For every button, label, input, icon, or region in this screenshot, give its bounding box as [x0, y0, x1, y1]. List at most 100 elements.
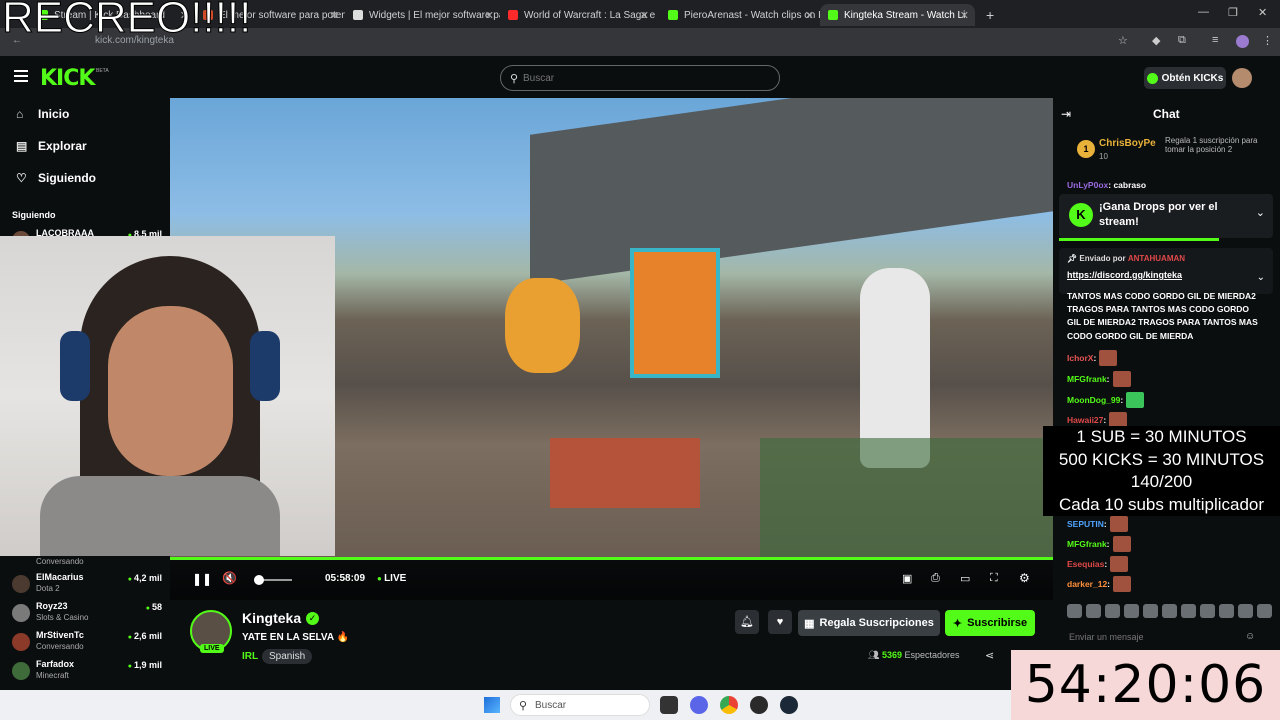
gift-description[interactable]: Regala 1 suscripción para tomar la posic… [1165, 136, 1275, 155]
obs-icon[interactable] [750, 696, 768, 714]
collapse-chat-icon[interactable]: ⇥ [1061, 107, 1071, 121]
chat-input[interactable] [1065, 626, 1265, 648]
home-icon: ⌂ [16, 107, 24, 121]
close-tab-icon[interactable]: ✕ [640, 9, 649, 22]
category-link[interactable]: IRL [242, 651, 258, 662]
new-tab-button[interactable]: + [978, 4, 998, 26]
subscribe-button[interactable]: ✦ Suscribirse [945, 610, 1035, 636]
following-item[interactable]: ElMacarius Dota 2 4,2 mil [12, 572, 162, 596]
minimize-icon[interactable]: — [1198, 6, 1209, 18]
close-tab-icon[interactable]: ✕ [485, 9, 494, 22]
top-gifter-name[interactable]: ChrisBoyPe [1099, 138, 1156, 149]
following-item[interactable]: Royz23 Slots & Casino 58 [12, 601, 162, 625]
get-kicks-button[interactable]: Obtén KICKs [1144, 67, 1226, 89]
following-item[interactable]: Farfadox Minecraft 1,9 mil [12, 659, 162, 683]
emote-button[interactable] [1162, 604, 1177, 618]
chat-message: Esequias: [1067, 556, 1129, 572]
taskbar-search[interactable]: ⚲ Buscar [510, 694, 650, 716]
heart-icon: ♡ [16, 171, 27, 185]
streamer-face [108, 306, 233, 476]
emote-button[interactable] [1238, 604, 1253, 618]
chat-title: Chat [1153, 107, 1180, 121]
follow-heart-icon[interactable]: ♥ [768, 610, 792, 634]
chat-message: UnLyP0ox: cabraso [1067, 180, 1147, 190]
emote-button[interactable] [1086, 604, 1101, 618]
browser-tab-active[interactable]: Kingteka Stream - Watch Li ✕ [820, 4, 975, 26]
close-tab-icon[interactable]: ✕ [805, 9, 814, 22]
pin-icon: 📌︎ [1067, 254, 1078, 263]
chrome-icon[interactable] [720, 696, 738, 714]
quick-emote-bar [1067, 604, 1272, 620]
streamer-shirt [40, 476, 280, 556]
share-icon[interactable]: ⋖ [985, 649, 994, 662]
favicon-icon [353, 10, 363, 20]
close-tab-icon[interactable]: ✕ [330, 9, 339, 22]
search-input[interactable] [523, 70, 763, 86]
following-item[interactable]: MrStivenTc Conversando 2,6 mil [12, 630, 162, 654]
nav-siguiendo[interactable]: ♡ Siguiendo [16, 171, 96, 185]
emoji-picker-icon[interactable]: ☺ [1245, 631, 1255, 642]
live-badge: LIVE [200, 644, 224, 653]
recreo-overlay-text: RECREO!!!!! [1, 0, 252, 42]
close-tab-icon[interactable]: ✕ [960, 9, 969, 22]
emote [1109, 516, 1128, 532]
chevron-down-icon[interactable]: ⌄ [1257, 272, 1265, 283]
fullscreen-icon[interactable]: ⛶ [990, 572, 998, 585]
emote [1113, 576, 1132, 592]
settings-gear-icon[interactable]: ⚙ [1019, 571, 1030, 585]
channel-name[interactable]: Kingteka [242, 610, 301, 626]
clip-icon[interactable]: ⎙ [931, 572, 940, 585]
discord-icon[interactable] [690, 696, 708, 714]
verified-icon: ✓ [306, 612, 319, 625]
miniplayer-icon[interactable]: ▣ [902, 572, 912, 585]
search-box[interactable]: ⚲ [500, 65, 780, 91]
emote-button[interactable] [1181, 604, 1196, 618]
emote-button[interactable] [1105, 604, 1120, 618]
language-tag[interactable]: Spanish [262, 649, 313, 664]
browser-tab[interactable]: PieroArenast - Watch clips on K ✕ [660, 4, 820, 26]
extension-icon[interactable]: ◆ [1152, 34, 1160, 47]
star-icon[interactable]: ☆ [1118, 34, 1128, 47]
chat-panel: ⇥ Chat 1 ChrisBoyPe 10 Regala 1 suscripc… [1053, 98, 1280, 690]
drops-progress-bar [1059, 238, 1219, 241]
goal-line: 140/200 [1130, 472, 1193, 491]
browser-tab[interactable]: World of Warcraft : La Saga en ✕ [500, 4, 655, 26]
notification-bell-icon[interactable]: 🔔︎ [735, 610, 759, 634]
discord-link[interactable]: https://discord.gg/kingteka [1067, 270, 1182, 280]
kick-logo[interactable]: KICK [40, 66, 95, 91]
mute-icon[interactable]: 🔇 [222, 571, 237, 585]
reading-list-icon[interactable]: ≡ [1212, 34, 1218, 46]
emote-button[interactable] [1219, 604, 1234, 618]
file-explorer-icon[interactable] [660, 696, 678, 714]
emote-button[interactable] [1067, 604, 1082, 618]
puzzle-icon[interactable]: ⧉ [1178, 34, 1186, 47]
pause-icon[interactable]: ❚❚ [192, 572, 212, 586]
nav-explorar[interactable]: ▤ Explorar [16, 139, 87, 153]
user-avatar[interactable] [1232, 68, 1252, 88]
kicks-coin-icon [1146, 72, 1158, 84]
emote [1099, 350, 1118, 366]
emote-button[interactable] [1143, 604, 1158, 618]
wooden-table [550, 438, 700, 508]
nav-inicio[interactable]: ⌂ Inicio [16, 107, 69, 121]
grass-floor [760, 438, 1053, 560]
webcam-overlay [0, 236, 335, 556]
time-display: 05:58:09 [325, 573, 366, 584]
restore-icon[interactable]: ❐ [1228, 6, 1238, 19]
volume-knob[interactable] [254, 575, 264, 585]
profile-avatar[interactable] [1236, 35, 1249, 48]
close-window-icon[interactable]: ✕ [1258, 6, 1267, 19]
browser-tab[interactable]: Widgets | El mejor software para ✕ [345, 4, 500, 26]
windows-start-icon[interactable] [484, 697, 500, 713]
drops-banner[interactable]: K ¡Gana Drops por ver el stream! ⌄ [1059, 194, 1273, 241]
steam-icon[interactable] [780, 696, 798, 714]
emote-button[interactable] [1124, 604, 1139, 618]
menu-dots-icon[interactable]: ⋮ [1262, 34, 1273, 47]
hamburger-menu-icon[interactable] [14, 70, 28, 82]
goal-line: 1 SUB = 30 MINUTOS [1076, 427, 1247, 446]
emote-button[interactable] [1257, 604, 1272, 618]
emote-button[interactable] [1200, 604, 1215, 618]
chevron-down-icon[interactable]: ⌄ [1256, 206, 1265, 219]
gift-subs-button[interactable]: ▦ Regala Suscripciones [798, 610, 940, 636]
theater-mode-icon[interactable]: ▭ [960, 572, 970, 585]
